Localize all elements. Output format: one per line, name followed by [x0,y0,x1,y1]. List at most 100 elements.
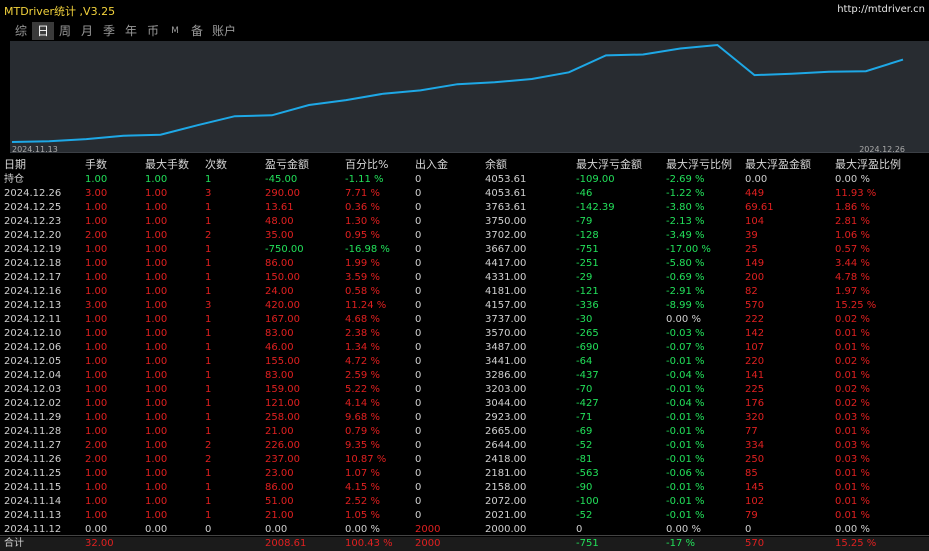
header-col-5[interactable]: 百分比% [345,157,388,173]
cell-col-3: 1 [205,286,212,297]
tab-daily[interactable]: 日 [32,22,54,40]
cell-col-8: -100 [576,496,599,507]
table-row[interactable]: 2024.12.11 1.00 1.00 1 167.00 4.68 % 0 3737.00 -… [0,313,929,327]
table-row[interactable]: 2024.12.03 1.00 1.00 1 159.00 5.22 % 0 3203.00 -… [0,383,929,397]
cell-col-7: 3044.00 [485,398,527,409]
tab-account[interactable]: 账户 [208,22,240,40]
cell-col-6: 0 [415,328,422,339]
table-row[interactable]: 2024.11.13 1.00 1.00 1 21.00 1.05 % 0 2021.00 -5… [0,509,929,523]
table-row[interactable]: 2024.11.26 2.00 1.00 2 237.00 10.87 % 0 2418.00… [0,453,929,467]
header-col-1[interactable]: 手数 [85,157,107,173]
header-col-4[interactable]: 盈亏金额 [265,157,309,173]
table-row[interactable]: 2024.12.25 1.00 1.00 1 13.61 0.36 % 0 3763.61 -1… [0,201,929,215]
cell-col-5: 1.99 % [345,258,380,269]
tab-summary[interactable]: 综 [10,22,32,40]
tab-weekly[interactable]: 周 [54,22,76,40]
table-row[interactable]: 2024.12.02 1.00 1.00 1 121.00 4.14 % 0 3044.00 -… [0,397,929,411]
cell-col-2: 1.00 [145,188,168,199]
table-row[interactable]: 2024.11.14 1.00 1.00 1 51.00 2.52 % 0 2072.00 -1… [0,495,929,509]
header-col-3[interactable]: 次数 [205,157,227,173]
cell-col-3: 1 [205,370,212,381]
cell-col-3: 2 [205,454,212,465]
table-row[interactable]: 2024.12.19 1.00 1.00 1 -750.00 -16.98 % 0 3667.… [0,243,929,257]
tab-yearly[interactable]: 年 [120,22,142,40]
cell-col-11: 0.02 % [835,384,870,395]
cell-col-9: -5.80 % [666,258,705,269]
cell-col-10: 176 [745,398,765,409]
cell-col-3: 1 [205,202,212,213]
cell-col-2: 1.00 [145,202,168,213]
cell-col-8: -690 [576,342,599,353]
cell-col-10: 449 [745,188,765,199]
cell-col-5: 9.68 % [345,412,380,423]
table-row[interactable]: 2024.12.13 3.00 1.00 3 420.00 11.24 % 0 4157.00… [0,299,929,313]
header-col-11[interactable]: 最大浮盈比例 [835,157,901,173]
cell-col-2: 1.00 [145,468,168,479]
tab-notes[interactable]: 备 [186,22,208,40]
cell-col-11: 1.86 % [835,202,870,213]
total-col-11: 15.25 % [835,538,877,549]
header-col-2[interactable]: 最大手数 [145,157,189,173]
cell-col-2: 1.00 [145,510,168,521]
cell-col-1: 1.00 [85,412,108,423]
cell-col-7: 4053.61 [485,174,527,185]
table-row[interactable]: 2024.12.23 1.00 1.00 1 48.00 1.30 % 0 3750.00 -7… [0,215,929,229]
cell-col-2: 1.00 [145,482,168,493]
cell-col-9: -0.01 % [666,454,705,465]
cell-col-3: 1 [205,482,212,493]
cell-col-0: 2024.11.27 [4,440,62,451]
cell-col-11: 3.44 % [835,258,870,269]
cell-col-8: -109.00 [576,174,615,185]
cell-col-10: 25 [745,244,758,255]
header-col-9[interactable]: 最大浮亏比例 [666,157,732,173]
cell-col-8: -69 [576,426,593,437]
cell-col-0: 2024.12.03 [4,384,62,395]
header-col-7[interactable]: 余额 [485,157,507,173]
table-row[interactable]: 2024.11.15 1.00 1.00 1 86.00 4.15 % 0 2158.00 -9… [0,481,929,495]
table-row[interactable]: 2024.11.27 2.00 1.00 2 226.00 9.35 % 0 2644.00 -… [0,439,929,453]
cell-col-1: 1.00 [85,342,108,353]
cell-col-9: -0.01 % [666,482,705,493]
cell-col-6: 0 [415,426,422,437]
table-row[interactable]: 2024.11.25 1.00 1.00 1 23.00 1.07 % 0 2181.00 -5… [0,467,929,481]
cell-col-3: 2 [205,440,212,451]
cell-col-10: 570 [745,300,765,311]
tab-symbol[interactable]: 币 [142,22,164,40]
tab-monthly[interactable]: 月 [76,22,98,40]
table-row[interactable]: 2024.12.17 1.00 1.00 1 150.00 3.59 % 0 4331.00 -… [0,271,929,285]
table-row[interactable]: 2024.12.06 1.00 1.00 1 46.00 1.34 % 0 3487.00 -6… [0,341,929,355]
table-row[interactable]: 2024.11.29 1.00 1.00 1 258.00 9.68 % 0 2923.00 -… [0,411,929,425]
table-row[interactable]: 2024.12.26 3.00 1.00 3 290.00 7.71 % 0 4053.61 -… [0,187,929,201]
cell-col-1: 2.00 [85,230,108,241]
cell-col-8: -81 [576,454,593,465]
cell-col-9: -2.91 % [666,286,705,297]
table-row[interactable]: 2024.12.05 1.00 1.00 1 155.00 4.72 % 0 3441.00 -… [0,355,929,369]
cell-col-1: 1.00 [85,174,108,185]
cell-col-6: 0 [415,412,422,423]
header-col-10[interactable]: 最大浮盈金额 [745,157,811,173]
table-row[interactable]: 2024.12.20 2.00 1.00 2 35.00 0.95 % 0 3702.00 -1… [0,229,929,243]
cell-col-0: 2024.11.25 [4,468,62,479]
tab-quarterly[interactable]: 季 [98,22,120,40]
cell-col-0: 2024.12.11 [4,314,62,325]
cell-col-9: -0.01 % [666,496,705,507]
table-row[interactable]: 2024.12.04 1.00 1.00 1 83.00 2.59 % 0 3286.00 -4… [0,369,929,383]
position-row[interactable]: 持仓 1.00 1.00 1 -45.00 -1.11 % 0 4053.61 -109.00 -… [0,173,929,187]
cell-col-7: 4417.00 [485,258,527,269]
cell-col-2: 1.00 [145,258,168,269]
cell-col-5: 0.95 % [345,230,380,241]
cell-col-11: 4.78 % [835,272,870,283]
cell-col-6: 0 [415,510,422,521]
table-row[interactable]: 2024.12.18 1.00 1.00 1 86.00 1.99 % 0 4417.00 -2… [0,257,929,271]
table-row[interactable]: 2024.12.10 1.00 1.00 1 83.00 2.38 % 0 3570.00 -2… [0,327,929,341]
header-col-6[interactable]: 出入金 [415,157,448,173]
website-link[interactable]: http://mtdriver.cn [837,4,925,15]
cell-col-2: 1.00 [145,356,168,367]
cell-col-1: 1.00 [85,510,108,521]
table-row[interactable]: 2024.11.28 1.00 1.00 1 21.00 0.79 % 0 2665.00 -6… [0,425,929,439]
header-col-8[interactable]: 最大浮亏金额 [576,157,642,173]
tab-magic[interactable]: M [164,22,186,40]
cell-col-9: -0.06 % [666,468,705,479]
header-col-0[interactable]: 日期 [4,157,26,173]
table-row[interactable]: 2024.12.16 1.00 1.00 1 24.00 0.58 % 0 4181.00 -1… [0,285,929,299]
